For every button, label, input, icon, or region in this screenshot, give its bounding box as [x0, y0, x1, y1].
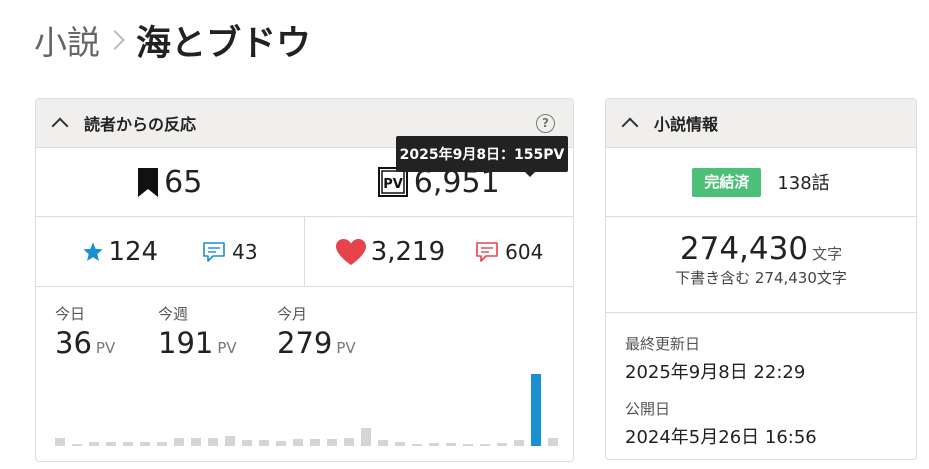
pv-bar[interactable] — [344, 438, 354, 446]
character-count: 274,430 — [679, 231, 809, 267]
reactions-title: 読者からの反応 — [84, 115, 197, 134]
episode-count: 138話 — [777, 173, 830, 194]
pv-bar[interactable] — [395, 442, 405, 446]
pv-week-label: 今週 — [158, 305, 189, 323]
pv-bar[interactable] — [157, 442, 167, 446]
pv-unit: PV — [217, 339, 237, 357]
pv-stats: 今日 36 PV 今週 191 PV 今月 279 PV — [36, 289, 573, 461]
pv-bar[interactable] — [106, 442, 116, 446]
pv-bar-highlighted[interactable] — [531, 374, 541, 446]
pv-week: 今週 191 PV — [158, 303, 237, 360]
pv-bar[interactable] — [225, 436, 235, 446]
heart-icon — [335, 238, 367, 266]
pv-bar[interactable] — [191, 438, 201, 446]
star-count: 124 — [108, 236, 159, 267]
pv-bar[interactable] — [89, 442, 99, 446]
character-count-with-drafts: 下書き含む 274,430文字 — [675, 269, 847, 287]
pv-bar[interactable] — [72, 444, 82, 446]
pv-today-value: 36 — [55, 326, 92, 360]
published-label: 公開日 — [625, 400, 671, 418]
pv-bar[interactable] — [276, 441, 286, 446]
chevron-up-icon[interactable] — [621, 117, 639, 135]
pv-bar[interactable] — [140, 442, 150, 446]
pv-bar[interactable] — [446, 443, 456, 446]
comment-icon — [475, 241, 499, 263]
pv-bar[interactable] — [497, 443, 507, 446]
pv-bar[interactable] — [259, 440, 269, 446]
pv-unit: PV — [336, 339, 356, 357]
tooltip-arrow — [524, 171, 536, 177]
pv-today-label: 今日 — [55, 305, 86, 323]
pv-bar[interactable] — [378, 440, 388, 446]
pv-bar[interactable] — [463, 444, 473, 446]
updated-label: 最終更新日 — [625, 335, 701, 353]
breadcrumb-parent-link[interactable]: 小説 — [34, 16, 100, 64]
review-icon — [202, 241, 226, 263]
star-icon — [82, 241, 104, 263]
feedback-row: 124 43 3,219 604 — [36, 217, 573, 287]
pv-bar[interactable] — [310, 439, 320, 446]
pv-bar[interactable] — [242, 440, 252, 446]
bookmark-stat: 65 — [36, 148, 305, 216]
page-title: 海とブドウ — [136, 23, 312, 64]
pv-bar[interactable] — [123, 442, 133, 446]
chart-tooltip: 2025年9月8日：155PV — [396, 136, 568, 172]
pv-bar[interactable] — [429, 443, 439, 446]
dates: 最終更新日 2025年9月8日 22:29 公開日 2024年5月26日 16:… — [606, 313, 916, 449]
comment-count: 604 — [505, 239, 544, 264]
pv-today: 今日 36 PV — [55, 303, 115, 360]
pv-month-label: 今月 — [277, 305, 308, 323]
breadcrumb: 小説 海とブドウ — [34, 16, 311, 64]
ratings-group: 124 43 — [36, 217, 304, 286]
updated-value: 2025年9月8日 22:29 — [625, 362, 806, 383]
bookmark-count: 65 — [164, 164, 203, 200]
pv-month: 今月 279 PV — [277, 303, 356, 360]
like-count: 3,219 — [370, 236, 446, 267]
pv-month-value: 279 — [277, 326, 333, 360]
info-header[interactable]: 小説情報 — [606, 99, 916, 148]
pv-bar[interactable] — [480, 444, 490, 446]
likes-group: 3,219 604 — [304, 217, 573, 286]
pv-bar[interactable] — [174, 438, 184, 446]
pv-bar[interactable] — [327, 439, 337, 446]
pv-bar[interactable] — [412, 444, 422, 446]
character-count-row: 274,430 文字 下書き含む 274,430文字 — [606, 217, 916, 313]
pv-week-value: 191 — [158, 326, 214, 360]
character-unit: 文字 — [812, 245, 843, 263]
pv-bar[interactable] — [55, 438, 65, 446]
pv-bar[interactable] — [293, 439, 303, 446]
pv-bar[interactable] — [514, 440, 524, 446]
status-badge: 完結済 — [692, 167, 762, 197]
review-count: 43 — [232, 239, 258, 264]
help-icon[interactable]: ? — [536, 114, 555, 133]
published-value: 2024年5月26日 16:56 — [625, 427, 817, 448]
svg-text:PV: PV — [383, 177, 403, 192]
pv-bar[interactable] — [548, 438, 558, 446]
info-title: 小説情報 — [654, 115, 719, 134]
status-row: 完結済 138話 — [606, 148, 916, 217]
bookmark-icon — [138, 167, 159, 197]
chevron-up-icon[interactable] — [51, 117, 69, 135]
pv-unit: PV — [95, 339, 116, 357]
novel-info-panel: 小説情報 完結済 138話 274,430 文字 下書き含む 274,430文字 … — [605, 98, 917, 460]
chevron-right-icon — [105, 30, 125, 50]
pv-bar[interactable] — [208, 438, 218, 446]
pv-bar[interactable] — [361, 428, 371, 446]
